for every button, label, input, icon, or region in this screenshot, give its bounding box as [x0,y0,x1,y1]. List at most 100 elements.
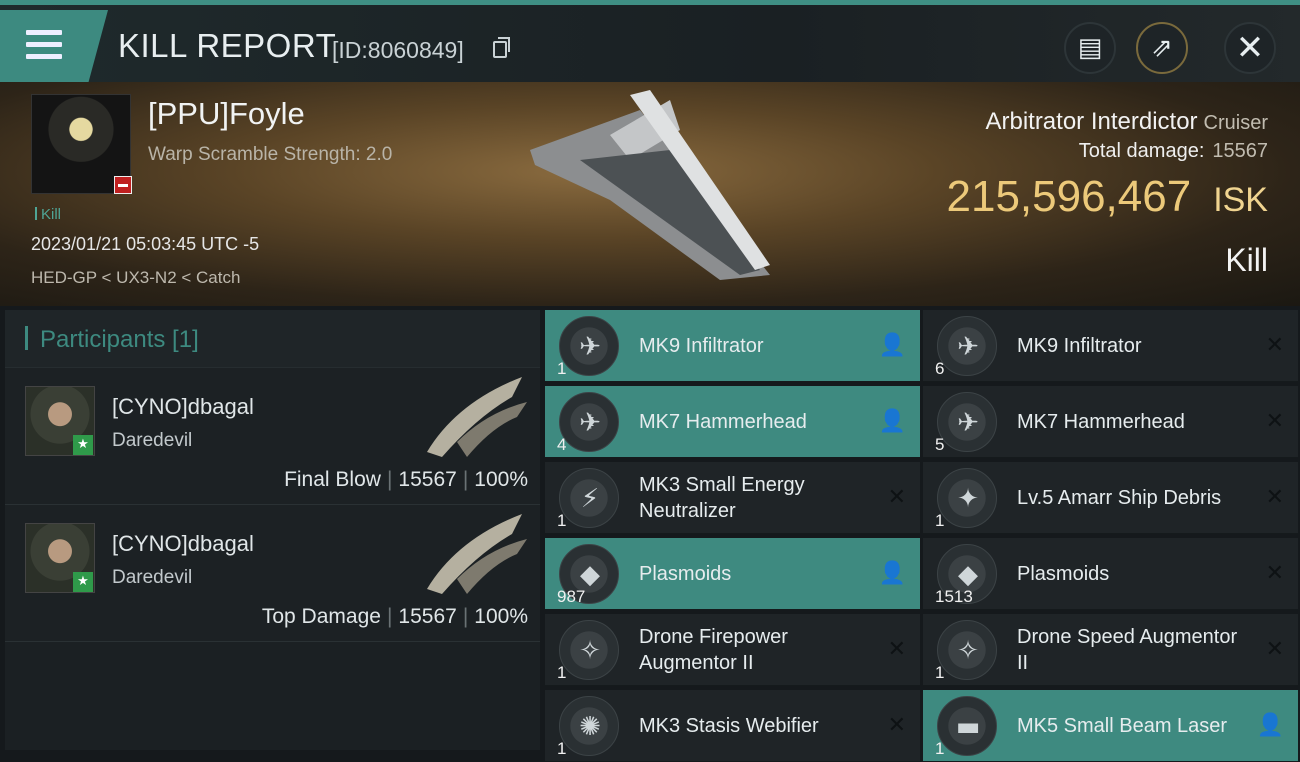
participant-ship: Daredevil [112,430,193,451]
item-quantity: 1 [557,663,567,682]
destroyed-icon: ✕ [1265,333,1284,358]
report-id: [ID:8060849] [332,37,464,63]
share-icon: ⇗ [1151,33,1173,63]
item-icon: ✈ [937,392,997,452]
isk-value: 215,596,467 ISK [947,172,1269,222]
item-icon: ✈ [559,316,619,376]
item-quantity: 1 [935,663,945,682]
destroyed-icon: ✕ [887,485,906,510]
participant-damage: 15567 [398,468,457,491]
kill-route: HED-GP < UX3-N2 < Catch [31,268,241,287]
star-icon: ★ [73,572,93,592]
item-name: MK9 Infiltrator [639,335,764,357]
item-name: MK5 Small Beam Laser [1017,715,1228,737]
item-quantity: 1 [935,511,945,530]
copy-icon[interactable] [493,37,510,58]
item-quantity: 6 [935,359,945,378]
destroyed-icon: ✕ [1265,485,1284,510]
share-button[interactable]: ⇗ [1136,22,1188,74]
participant-role: Final Blow [284,468,381,491]
item-icon: ▬ [937,696,997,756]
item-row[interactable]: ▬ 1 MK5 Small Beam Laser 👤 [923,690,1298,762]
participant-name: [CYNO]dbagal [112,531,254,556]
item-name: Plasmoids [639,563,732,585]
victim-name: [PPU]Foyle [148,96,305,131]
kill-tag: Kill [35,206,61,223]
participant-name: [CYNO]dbagal [112,394,254,419]
participant-stats: Top Damage | 15567 | 100% [261,605,528,628]
item-row[interactable]: ✺ 1 MK3 Stasis Webifier ✕ [545,690,920,762]
item-quantity: 1 [557,739,567,758]
item-name: Drone Speed Augmentor II [1017,626,1238,674]
close-icon: ✕ [1235,28,1265,68]
participant-ship-image [427,514,527,594]
item-name: Drone Firepower Augmentor II [639,626,788,674]
ship-name-text: Arbitrator Interdictor [985,108,1198,135]
item-quantity: 1 [557,511,567,530]
participant-percent: 100% [474,605,528,628]
item-row[interactable]: ✧ 1 Drone Firepower Augmentor II ✕ [545,614,920,686]
item-row[interactable]: ✈ 5 MK7 Hammerhead ✕ [923,386,1298,458]
participant-percent: 100% [474,468,528,491]
item-row[interactable]: ✈ 1 MK9 Infiltrator 👤 [545,310,920,382]
item-row[interactable]: ⚡ 1 MK3 Small Energy Neutralizer ✕ [545,462,920,534]
item-quantity: 987 [557,587,586,606]
item-name: MK9 Infiltrator [1017,335,1142,357]
participant-row[interactable]: ★ [CYNO]dbagal Daredevil Top Damage | 1556… [5,505,540,642]
item-quantity: 5 [935,435,945,454]
item-icon: ✺ [559,696,619,756]
star-icon: ★ [73,435,93,455]
menu-icon [26,30,62,66]
item-row[interactable]: ◆ 987 Plasmoids 👤 [545,538,920,610]
item-quantity: 1 [935,739,945,758]
item-name: MK3 Stasis Webifier [639,715,819,737]
item-row[interactable]: ✈ 6 MK9 Infiltrator ✕ [923,310,1298,382]
destroyed-icon: ✕ [1265,409,1284,434]
clipboard-button[interactable]: ▤ [1064,22,1116,74]
item-row[interactable]: ✧ 1 Drone Speed Augmentor II ✕ [923,614,1298,686]
item-grid: ✈ 1 MK9 Infiltrator 👤 ✈ 6 MK9 Infiltrator ✕ ✈ 4 MK… [545,310,1300,762]
victim-ship-image [530,90,770,280]
item-row[interactable]: ✈ 4 MK7 Hammerhead 👤 [545,386,920,458]
page-title: KILL REPORT [118,27,337,64]
pilot-icon: 👤 [878,333,906,358]
item-name: MK3 Small Energy Neutralizer [639,474,805,522]
item-icon: ✦ [937,468,997,528]
kill-datetime: 2023/01/21 05:03:45 UTC -5 [31,234,260,254]
pilot-icon: 👤 [878,561,906,586]
participant-role: Top Damage [261,605,381,628]
item-row[interactable]: ◆ 1513 Plasmoids ✕ [923,538,1298,610]
participants-panel: Participants [1] ★ [CYNO]dbagal Daredevi… [5,310,540,750]
participant-stats: Final Blow | 15567 | 100% [284,468,528,491]
participant-row[interactable]: ★ [CYNO]dbagal Daredevil Final Blow | 1556… [5,368,540,505]
item-icon: ⚡ [559,468,619,528]
top-bar: KILL REPORT [ID:8060849] ▤ ⇗ ✕ [0,0,1300,82]
destroyed-icon: ✕ [887,713,906,738]
menu-button[interactable] [0,10,108,82]
total-damage-value: 15567 [1212,140,1268,162]
isk-amount: 215,596,467 [946,172,1192,221]
pilot-icon: 👤 [878,409,906,434]
item-name: Lv.5 Amarr Ship Debris [1017,487,1222,509]
result-label: Kill [1225,242,1268,278]
item-icon: ✈ [559,392,619,452]
item-quantity: 1513 [935,587,973,606]
item-icon: ✈ [937,316,997,376]
item-icon: ✧ [937,620,997,680]
clipboard-icon: ▤ [1077,33,1103,63]
item-name: MK7 Hammerhead [639,411,807,433]
destroyed-icon: ✕ [887,637,906,662]
item-row[interactable]: ✦ 1 Lv.5 Amarr Ship Debris ✕ [923,462,1298,534]
item-icon: ✧ [559,620,619,680]
destroyed-icon: ✕ [1265,637,1284,662]
ship-name: Arbitrator Interdictor Cruiser [985,108,1268,136]
total-damage: Total damage: 15567 [1079,140,1268,163]
item-name: MK7 Hammerhead [1017,411,1185,433]
total-damage-label: Total damage: [1078,140,1205,162]
participant-ship: Daredevil [112,567,193,588]
item-name: Plasmoids [1017,563,1110,585]
ship-class: Cruiser [1203,112,1268,134]
participants-header[interactable]: Participants [1] [5,310,540,368]
close-button[interactable]: ✕ [1224,22,1276,74]
participant-ship-image [427,377,527,457]
